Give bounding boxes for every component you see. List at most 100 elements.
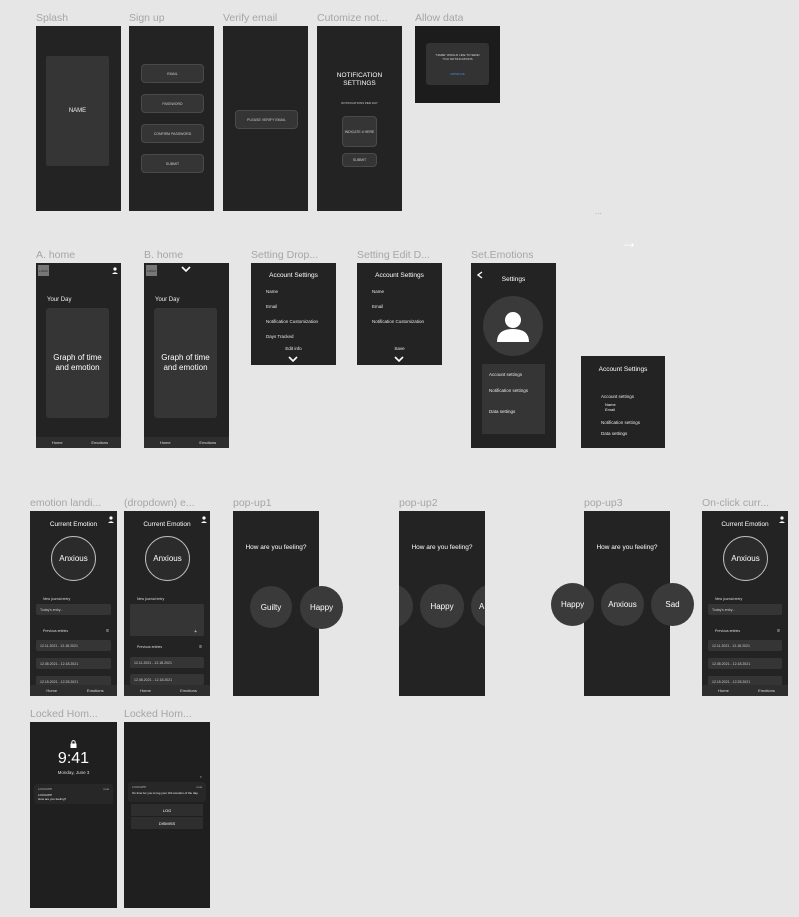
emotions-tab[interactable]: Emotions xyxy=(187,437,230,448)
popup3-frame: How are you feeling? Happy Anxious Sad xyxy=(551,511,694,696)
frame-label-locked2: Locked Hom... xyxy=(124,708,192,720)
notification-body: It's time for you to log your 3rd emotio… xyxy=(132,791,199,795)
data-settings-item[interactable]: Data settings xyxy=(601,431,627,436)
filter-icon[interactable]: ≡ xyxy=(106,628,109,634)
set-emotions-frame: Settings Account settings Notification s… xyxy=(471,263,556,448)
account-settings-title: Account Settings xyxy=(375,272,424,279)
popup1-frame: How are you feeling? Guilty Happy xyxy=(233,511,343,696)
notification-settings-title: NOTIFICATION SETTINGS xyxy=(336,72,383,87)
emotion-option-prev[interactable] xyxy=(399,584,413,628)
emotion-option-happy[interactable]: Happy xyxy=(300,586,343,629)
frame-label-popup1: pop-up1 xyxy=(233,497,272,509)
approve-button[interactable]: APPROVE xyxy=(426,72,489,76)
frame-label-a-home: A. home xyxy=(36,249,76,261)
settings-menu: Account settings Notification settings D… xyxy=(482,364,545,434)
emotion-option-next[interactable]: A xyxy=(471,584,485,628)
notification-settings-link[interactable]: Notification settings xyxy=(489,388,528,393)
home-tab[interactable]: Home xyxy=(144,437,187,448)
add-icon[interactable]: + xyxy=(194,629,197,635)
frame-label-onclick: On-click curr... xyxy=(702,497,770,509)
emotions-tab[interactable]: Emotions xyxy=(79,437,122,448)
journal-entry-input[interactable]: Today's entry... xyxy=(36,604,111,615)
journal-entry-textarea[interactable] xyxy=(130,604,204,636)
filter-icon[interactable]: ≡ xyxy=(199,644,202,650)
emotion-option-anxious[interactable]: Anxious xyxy=(601,583,644,626)
password-field[interactable]: PASSWORD xyxy=(141,94,204,113)
avatar[interactable] xyxy=(483,296,543,356)
emotion-option-sad[interactable]: Sad xyxy=(651,583,694,626)
previous-entry-row[interactable]: 12.11.2021 - 12.18.2021 xyxy=(130,657,204,668)
home-tab[interactable]: Home xyxy=(702,685,745,696)
emotion-option-label: Happy xyxy=(309,603,334,612)
log-button[interactable]: LOG xyxy=(131,804,203,816)
chevron-down-icon[interactable] xyxy=(394,356,404,362)
dismiss-button[interactable]: DISMISS xyxy=(131,817,203,829)
home-tab[interactable]: Home xyxy=(36,437,79,448)
emotion-option-happy[interactable]: Happy xyxy=(420,584,464,628)
journal-entry-input[interactable]: Today's entry... xyxy=(708,604,782,615)
home-tab[interactable]: Home xyxy=(124,685,167,696)
customize-submit-button[interactable]: SUBMIT xyxy=(342,153,377,167)
profile-icon[interactable] xyxy=(112,267,118,274)
emotion-option-guilty[interactable]: Guilty xyxy=(250,586,292,628)
confirm-password-field[interactable]: CONFIRM PASSWORD xyxy=(141,124,204,143)
setting-email: Email xyxy=(266,304,278,309)
permission-message: "NAME" WOULD LIKE TO SEND YOU NOTIFICATI… xyxy=(435,53,480,61)
notification-time: now xyxy=(103,787,109,791)
onclick-current-frame: Current Emotion Anxious New journal entr… xyxy=(702,511,788,696)
emotion-option-label: Guilty xyxy=(260,602,282,612)
frame-label-popup3: pop-up3 xyxy=(584,497,623,509)
notifications-count-input[interactable]: INDICATE # HERE xyxy=(342,116,377,147)
data-settings-link[interactable]: Data settings xyxy=(489,409,515,414)
email-field[interactable]: EMAIL xyxy=(141,64,204,83)
lock-date: Monday, June 3 xyxy=(57,770,90,775)
lock-notification[interactable]: LOCKAPP now LOCKAPP How are you feeling? xyxy=(34,784,113,804)
filter-icon[interactable]: ≡ xyxy=(777,628,780,634)
previous-entry-row[interactable]: 12.11.2021 - 12.18.2021 xyxy=(708,640,782,651)
time-emotion-graph: Graph of time and emotion xyxy=(154,308,217,418)
account-settings-link[interactable]: Account settings xyxy=(489,372,522,377)
save-button[interactable]: Save xyxy=(357,346,442,351)
submit-button[interactable]: SUBMIT xyxy=(141,154,204,173)
current-emotion-value: Anxious xyxy=(153,554,182,563)
notification-settings-item[interactable]: Notification settings xyxy=(601,420,640,425)
frame-label-splash: Splash xyxy=(36,12,69,24)
current-emotion-title: Current Emotion xyxy=(49,521,98,528)
notification-body: How are you feeling? xyxy=(38,797,67,801)
frame-label-setting-drop: Setting Drop... xyxy=(251,249,319,261)
current-emotion-circle[interactable]: Anxious xyxy=(145,536,190,581)
bottom-nav: Home Emotions xyxy=(30,685,117,696)
emotions-tab[interactable]: Emotions xyxy=(745,685,788,696)
edit-info-button[interactable]: Edit info xyxy=(251,346,336,351)
home-tab[interactable]: Home xyxy=(30,685,74,696)
feeling-question: How are you feeling? xyxy=(245,544,307,551)
setting-dropdown-frame: Account Settings Name Email Notification… xyxy=(251,263,336,365)
verify-frame: PLEASE VERIFY EMAIL xyxy=(223,26,308,211)
emotions-tab[interactable]: Emotions xyxy=(74,685,118,696)
connector-arrow-icon: → xyxy=(620,232,638,252)
previous-entry-row[interactable]: 12.08.2021 - 12.18.2021 xyxy=(708,658,782,669)
emotion-option-label: Anxious xyxy=(608,600,637,609)
previous-entry-row[interactable]: 12.08.2021 - 12.18.2021 xyxy=(36,658,111,669)
frame-label-b-home: B. home xyxy=(144,249,184,261)
frame-label-dropdown-e: (dropdown) e... xyxy=(124,497,195,509)
emotions-tab[interactable]: Emotions xyxy=(167,685,210,696)
notification-close-icon[interactable]: × xyxy=(200,774,202,779)
current-emotion-circle[interactable]: Anxious xyxy=(723,536,768,581)
notification-app: LOCKAPP xyxy=(38,787,53,791)
setting-days-tracked: Days Tracked xyxy=(266,334,294,339)
previous-entry-row[interactable]: 12.11.2021 - 12.18.2021 xyxy=(36,640,111,651)
chevron-down-icon[interactable] xyxy=(181,266,191,272)
signup-frame: EMAIL PASSWORD CONFIRM PASSWORD SUBMIT xyxy=(129,26,214,211)
verify-email-notice: PLEASE VERIFY EMAIL xyxy=(235,110,298,129)
previous-entry-row[interactable]: 12.08.2021 - 12.18.2021 xyxy=(130,674,204,685)
frame-label-allow: Allow data xyxy=(415,12,464,24)
chevron-down-icon[interactable] xyxy=(288,356,298,362)
emotion-option-happy[interactable]: Happy xyxy=(551,583,594,626)
current-emotion-circle[interactable]: Anxious xyxy=(51,536,96,581)
previous-entries-label: Previous entries xyxy=(715,629,741,633)
account-settings-item[interactable]: Account settings xyxy=(601,394,634,399)
frame-label-set-emotions: Set.Emotions xyxy=(471,249,534,261)
b-home-frame: LOGO Your Day Graph of time and emotion … xyxy=(144,263,229,448)
current-emotion-value: Anxious xyxy=(731,554,760,563)
